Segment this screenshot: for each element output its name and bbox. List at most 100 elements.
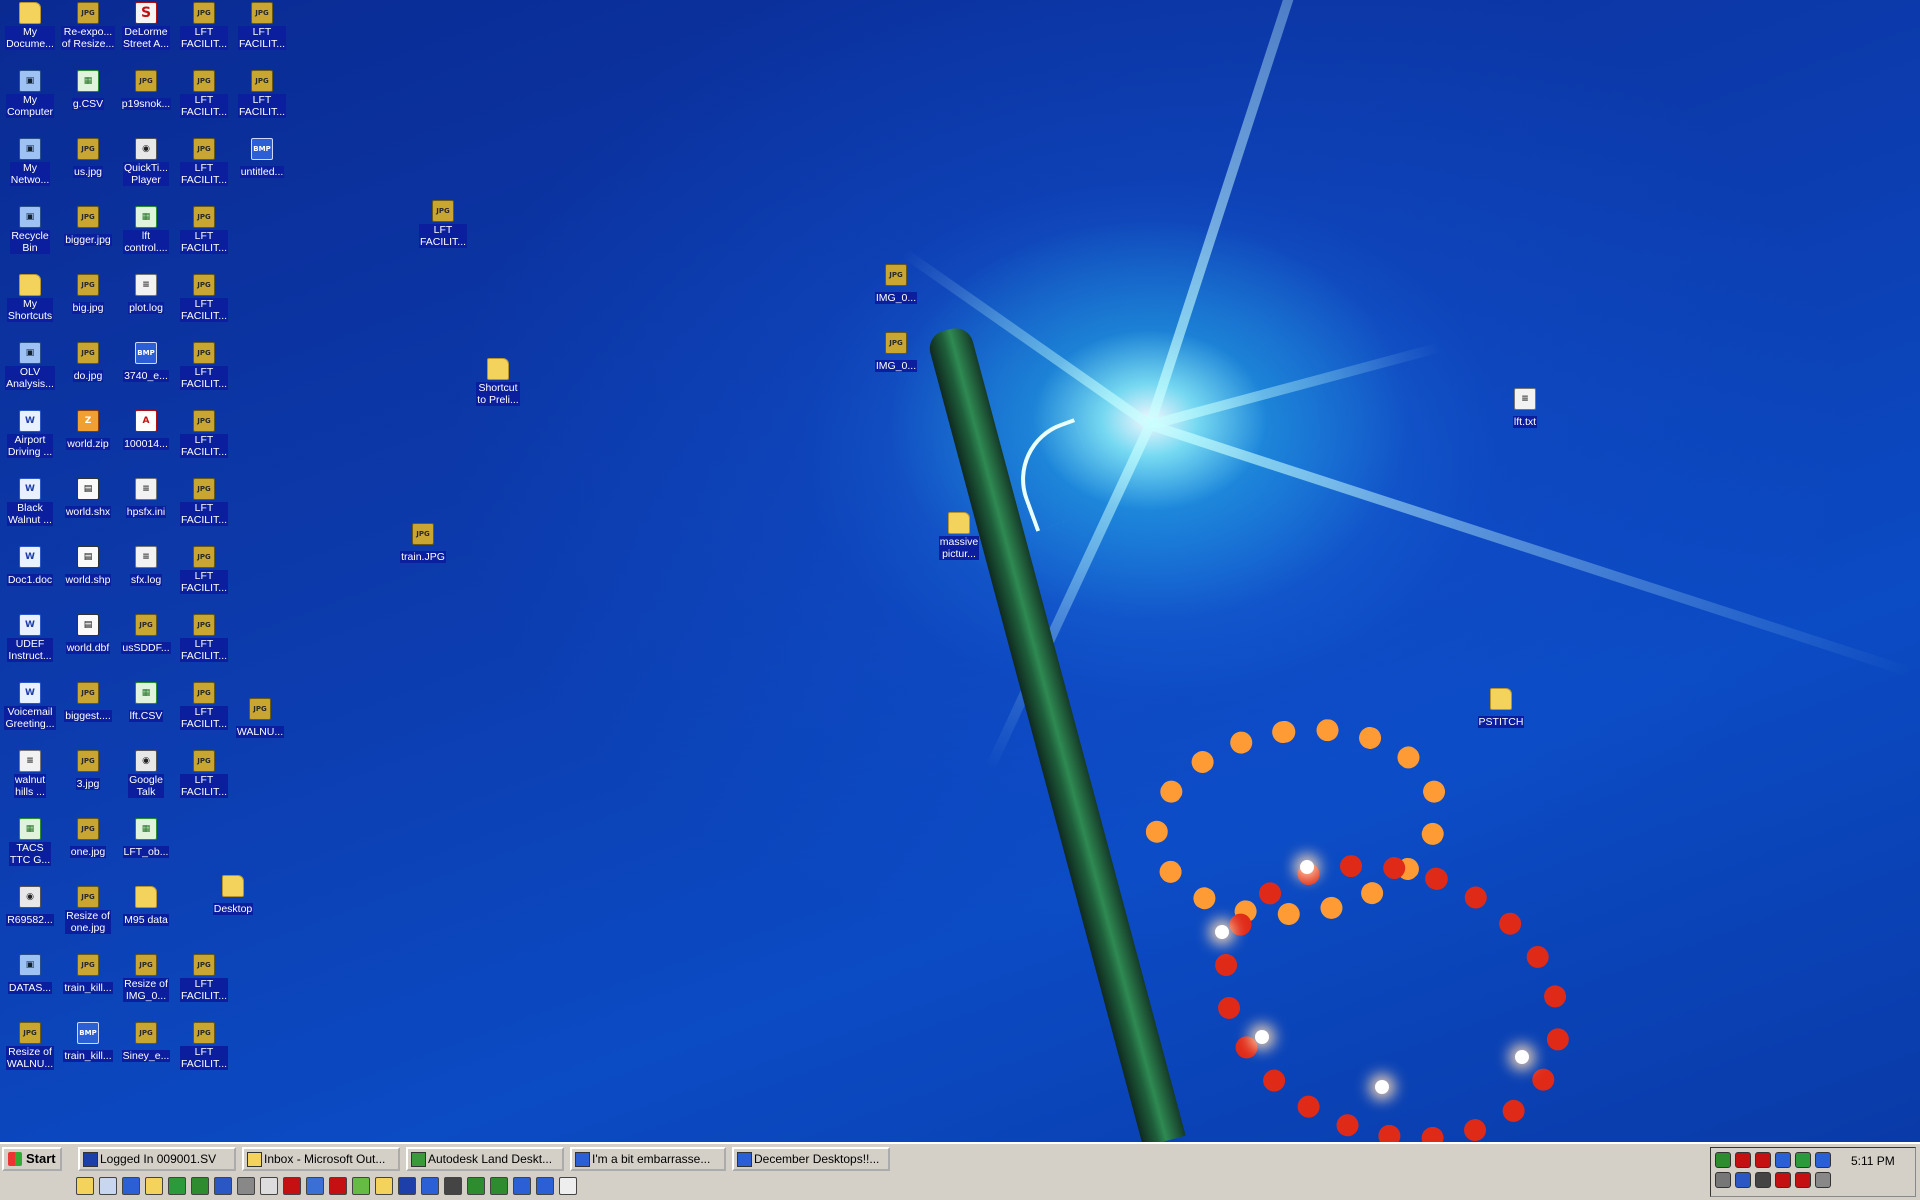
taskbar-button[interactable]: Logged In 009001.SV <box>78 1147 236 1171</box>
autocad-icon[interactable] <box>329 1177 347 1195</box>
desktop-icon[interactable]: JPG LFT FACILIT... <box>174 750 234 800</box>
security-icon[interactable] <box>1715 1172 1731 1188</box>
desktop-icon[interactable]: JPG do.jpg <box>58 342 118 384</box>
desktop-icon[interactable]: JPG biggest.... <box>58 682 118 724</box>
desktop-icon[interactable]: JPG us.jpg <box>58 138 118 180</box>
mail-icon[interactable] <box>1795 1172 1811 1188</box>
desktop-icon[interactable]: ▣ OLV Analysis... <box>0 342 60 392</box>
desktop-icon[interactable]: JPG Siney_e... <box>116 1022 176 1064</box>
map-icon[interactable] <box>398 1177 416 1195</box>
desktop-icon[interactable]: Desktop <box>203 875 263 917</box>
desktop-icon[interactable]: ≡ sfx.log <box>116 546 176 588</box>
desktop-icon[interactable]: JPG usSDDF... <box>116 614 176 656</box>
outlook-icon[interactable] <box>145 1177 163 1195</box>
desktop-icon[interactable]: JPG LFT FACILIT... <box>174 1022 234 1072</box>
desktop-icon[interactable]: JPG IMG_0... <box>866 332 926 374</box>
start-button[interactable]: Start <box>2 1147 62 1171</box>
camera-icon[interactable] <box>444 1177 462 1195</box>
desktop-icon[interactable]: ▦ lft control.... <box>116 206 176 256</box>
desktop-icon[interactable]: ◉ QuickTi... Player <box>116 138 176 188</box>
taskbar-button[interactable]: Autodesk Land Deskt... <box>406 1147 564 1171</box>
desktop-icon[interactable]: JPG LFT FACILIT... <box>174 410 234 460</box>
desktop-icon[interactable]: ▣ Recycle Bin <box>0 206 60 256</box>
acrobat-icon[interactable] <box>283 1177 301 1195</box>
desktop-icon[interactable]: A 100014... <box>116 410 176 452</box>
ie-icon[interactable] <box>536 1177 554 1195</box>
desktop-icon[interactable]: JPG LFT FACILIT... <box>174 70 234 120</box>
desktop-icon[interactable]: M95 data <box>116 886 176 928</box>
desktop-wallpaper[interactable]: My Docume... JPG Re-expo... of Resize... S D… <box>0 0 1920 1142</box>
desktop-icon[interactable]: JPG LFT FACILIT... <box>174 682 234 732</box>
photoshop-icon[interactable] <box>306 1177 324 1195</box>
email-icon[interactable] <box>467 1177 485 1195</box>
desktop-icon[interactable]: ▦ LFT_ob... <box>116 818 176 860</box>
desktop-icon[interactable]: W UDEF Instruct... <box>0 614 60 664</box>
desktop-icon[interactable]: JPG LFT FACILIT... <box>174 546 234 596</box>
desktop-icon[interactable]: BMP train_kill... <box>58 1022 118 1064</box>
ie-icon[interactable] <box>513 1177 531 1195</box>
desktop-icon[interactable]: JPG 3.jpg <box>58 750 118 792</box>
desktop-icon[interactable]: JPG LFT FACILIT... <box>413 200 473 250</box>
show-desktop-icon[interactable] <box>76 1177 94 1195</box>
desktop-icon[interactable]: JPG LFT FACILIT... <box>174 478 234 528</box>
folder-icon[interactable] <box>375 1177 393 1195</box>
desktop-icon[interactable]: S DeLorme Street A... <box>116 2 176 52</box>
taskbar-button[interactable]: December Desktops!!... <box>732 1147 890 1171</box>
taskbar-button[interactable]: Inbox - Microsoft Out... <box>242 1147 400 1171</box>
desktop-icon[interactable]: JPG LFT FACILIT... <box>174 954 234 1004</box>
sync-icon[interactable] <box>1775 1152 1791 1168</box>
desktop-icon[interactable]: JPG Resize of WALNU... <box>0 1022 60 1072</box>
desktop-icon[interactable]: ▦ TACS TTC G... <box>0 818 60 868</box>
desktop-icon[interactable]: ▦ g.CSV <box>58 70 118 112</box>
desktop-icon[interactable]: JPG Resize of IMG_0... <box>116 954 176 1004</box>
desktop-icon[interactable]: ≡ hpsfx.ini <box>116 478 176 520</box>
calc-icon[interactable] <box>237 1177 255 1195</box>
desktop-icon[interactable]: JPG LFT FACILIT... <box>232 70 292 120</box>
desktop-icon[interactable]: JPG WALNU... <box>230 698 290 740</box>
desktop-icon[interactable]: ▤ world.shx <box>58 478 118 520</box>
desktop-icon[interactable]: BMP untitled... <box>232 138 292 180</box>
network-icon[interactable] <box>421 1177 439 1195</box>
desktop-icon[interactable]: My Shortcuts <box>0 274 60 324</box>
taskbar-button[interactable]: I'm a bit embarrasse... <box>570 1147 726 1171</box>
desktop-icon[interactable]: ▦ lft.CSV <box>116 682 176 724</box>
desktop-icon[interactable]: ≡ lft.txt <box>1495 388 1555 430</box>
desktop-icon[interactable]: ◉ R69582... <box>0 886 60 928</box>
desktop-icon[interactable]: JPG train_kill... <box>58 954 118 996</box>
desktop-icon[interactable]: JPG LFT FACILIT... <box>174 2 234 52</box>
desktop-icon[interactable]: Shortcut to Preli... <box>468 358 528 408</box>
desktop-icon[interactable]: BMP 3740_e... <box>116 342 176 384</box>
desktop-icon[interactable]: JPG IMG_0... <box>866 264 926 306</box>
desktop-icon[interactable]: ▤ world.dbf <box>58 614 118 656</box>
desktop-icon[interactable]: JPG LFT FACILIT... <box>232 2 292 52</box>
desktop-icon[interactable]: JPG one.jpg <box>58 818 118 860</box>
desktop-icon[interactable]: massive pictur... <box>929 512 989 562</box>
desktop-icon[interactable]: JPG p19snok... <box>116 70 176 112</box>
desktop-icon[interactable]: JPG big.jpg <box>58 274 118 316</box>
desktop-icon[interactable]: My Docume... <box>0 2 60 52</box>
explorer-icon[interactable] <box>99 1177 117 1195</box>
desktop-icon[interactable]: ▤ world.shp <box>58 546 118 588</box>
shield-icon[interactable] <box>1735 1172 1751 1188</box>
notepad-icon[interactable] <box>260 1177 278 1195</box>
desktop-icon[interactable]: JPG bigger.jpg <box>58 206 118 248</box>
desktop-icon[interactable]: JPG LFT FACILIT... <box>174 342 234 392</box>
desktop-icon[interactable]: PSTITCH <box>1471 688 1531 730</box>
desktop-icon[interactable]: ◉ Google Talk <box>116 750 176 800</box>
desktop-icon[interactable]: JPG Re-expo... of Resize... <box>58 2 118 52</box>
update-icon[interactable] <box>1775 1172 1791 1188</box>
media-icon[interactable] <box>168 1177 186 1195</box>
network-icon[interactable] <box>1715 1152 1731 1168</box>
desktop-icon[interactable]: ▣ My Computer <box>0 70 60 120</box>
excel-icon[interactable] <box>191 1177 209 1195</box>
desktop-icon[interactable]: JPG train.JPG <box>393 523 453 565</box>
clock[interactable]: 5:11 PM <box>1851 1154 1895 1168</box>
messenger-icon[interactable] <box>1795 1152 1811 1168</box>
desktop-icon[interactable]: W Black Walnut ... <box>0 478 60 528</box>
desktop-icon[interactable]: W Airport Driving ... <box>0 410 60 460</box>
desktop-icon[interactable]: W Voicemail Greeting... <box>0 682 60 732</box>
volume-icon[interactable] <box>1755 1172 1771 1188</box>
antivirus-icon[interactable] <box>1735 1152 1751 1168</box>
app-icon[interactable] <box>352 1177 370 1195</box>
desktop-icon[interactable]: ≡ plot.log <box>116 274 176 316</box>
